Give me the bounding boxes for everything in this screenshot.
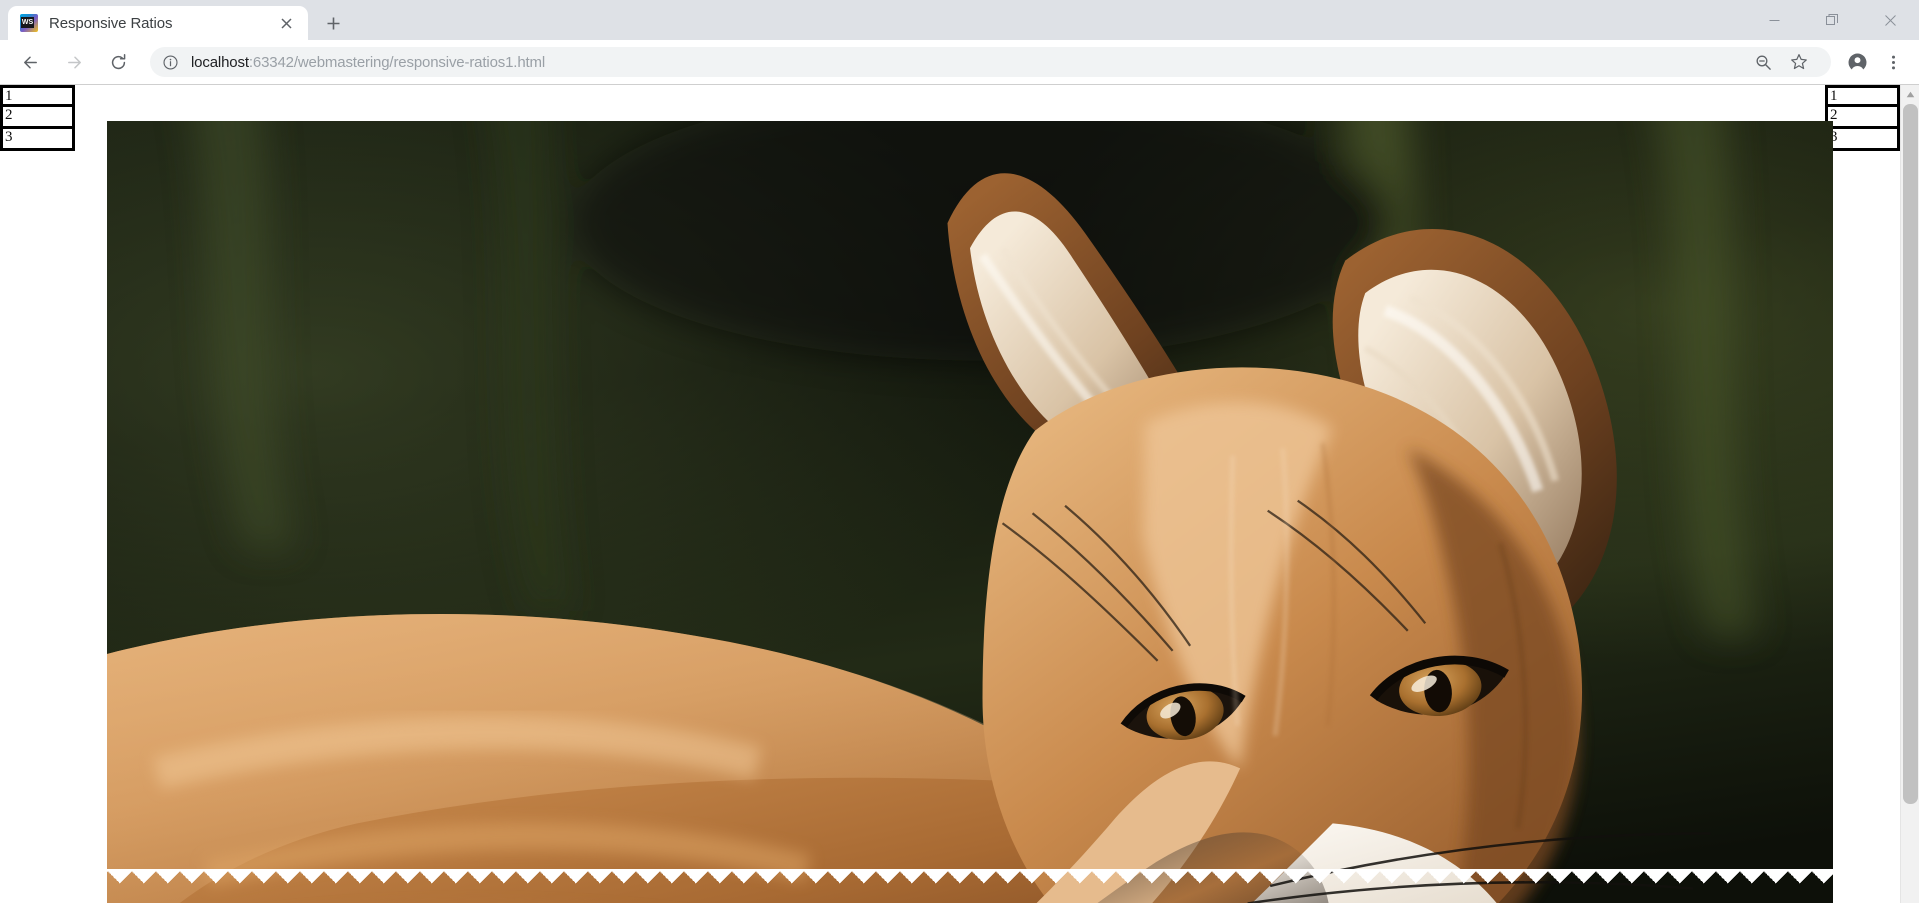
reload-button[interactable]	[101, 45, 135, 79]
webstorm-favicon	[20, 14, 38, 32]
toolbar-right-actions	[1839, 47, 1911, 77]
omnibox-actions	[1745, 47, 1817, 77]
info-circle-icon[interactable]	[162, 54, 179, 71]
vertical-scrollbar[interactable]	[1900, 85, 1919, 903]
close-window-icon[interactable]	[1861, 0, 1919, 40]
bookmark-star-icon[interactable]	[1784, 47, 1814, 77]
scrollbar-thumb[interactable]	[1903, 104, 1918, 804]
list-item: 1	[1825, 85, 1900, 107]
browser-window: Responsive Ratios	[0, 0, 1919, 903]
browser-toolbar: localhost:63342/webmastering/responsive-…	[0, 40, 1919, 85]
tab-title: Responsive Ratios	[49, 15, 274, 32]
page-viewport: 1 2 3 1 2 3	[0, 85, 1919, 903]
address-bar[interactable]: localhost:63342/webmastering/responsive-…	[150, 47, 1831, 77]
url-text: localhost:63342/webmastering/responsive-…	[191, 54, 545, 71]
url-host: localhost	[191, 54, 249, 71]
list-item: 2	[1825, 107, 1900, 129]
forward-button[interactable]	[57, 45, 91, 79]
list-item: 2	[0, 107, 75, 129]
list-item: 3	[1825, 129, 1900, 151]
list-item: 1	[0, 85, 75, 107]
tab-responsive-ratios[interactable]: Responsive Ratios	[8, 6, 308, 40]
zoom-out-icon[interactable]	[1748, 47, 1778, 77]
restore-icon[interactable]	[1803, 0, 1861, 40]
chrome-menu-icon[interactable]	[1878, 47, 1908, 77]
page-content: 1 2 3 1 2 3	[0, 85, 1900, 903]
scroll-up-arrow-icon[interactable]	[1901, 85, 1919, 104]
list-item: 3	[0, 129, 75, 151]
responsive-figure	[107, 121, 1833, 903]
tab-strip: Responsive Ratios	[0, 0, 1919, 40]
window-controls	[1745, 0, 1919, 40]
back-button[interactable]	[13, 45, 47, 79]
new-tab-button[interactable]	[318, 8, 348, 38]
left-box-stack: 1 2 3	[0, 85, 75, 151]
fox-photo	[107, 121, 1833, 903]
close-icon[interactable]	[274, 11, 298, 35]
minimize-icon[interactable]	[1745, 0, 1803, 40]
right-box-stack: 1 2 3	[1825, 85, 1900, 151]
profile-avatar-icon[interactable]	[1842, 47, 1872, 77]
url-path: :63342/webmastering/responsive-ratios1.h…	[249, 54, 545, 71]
